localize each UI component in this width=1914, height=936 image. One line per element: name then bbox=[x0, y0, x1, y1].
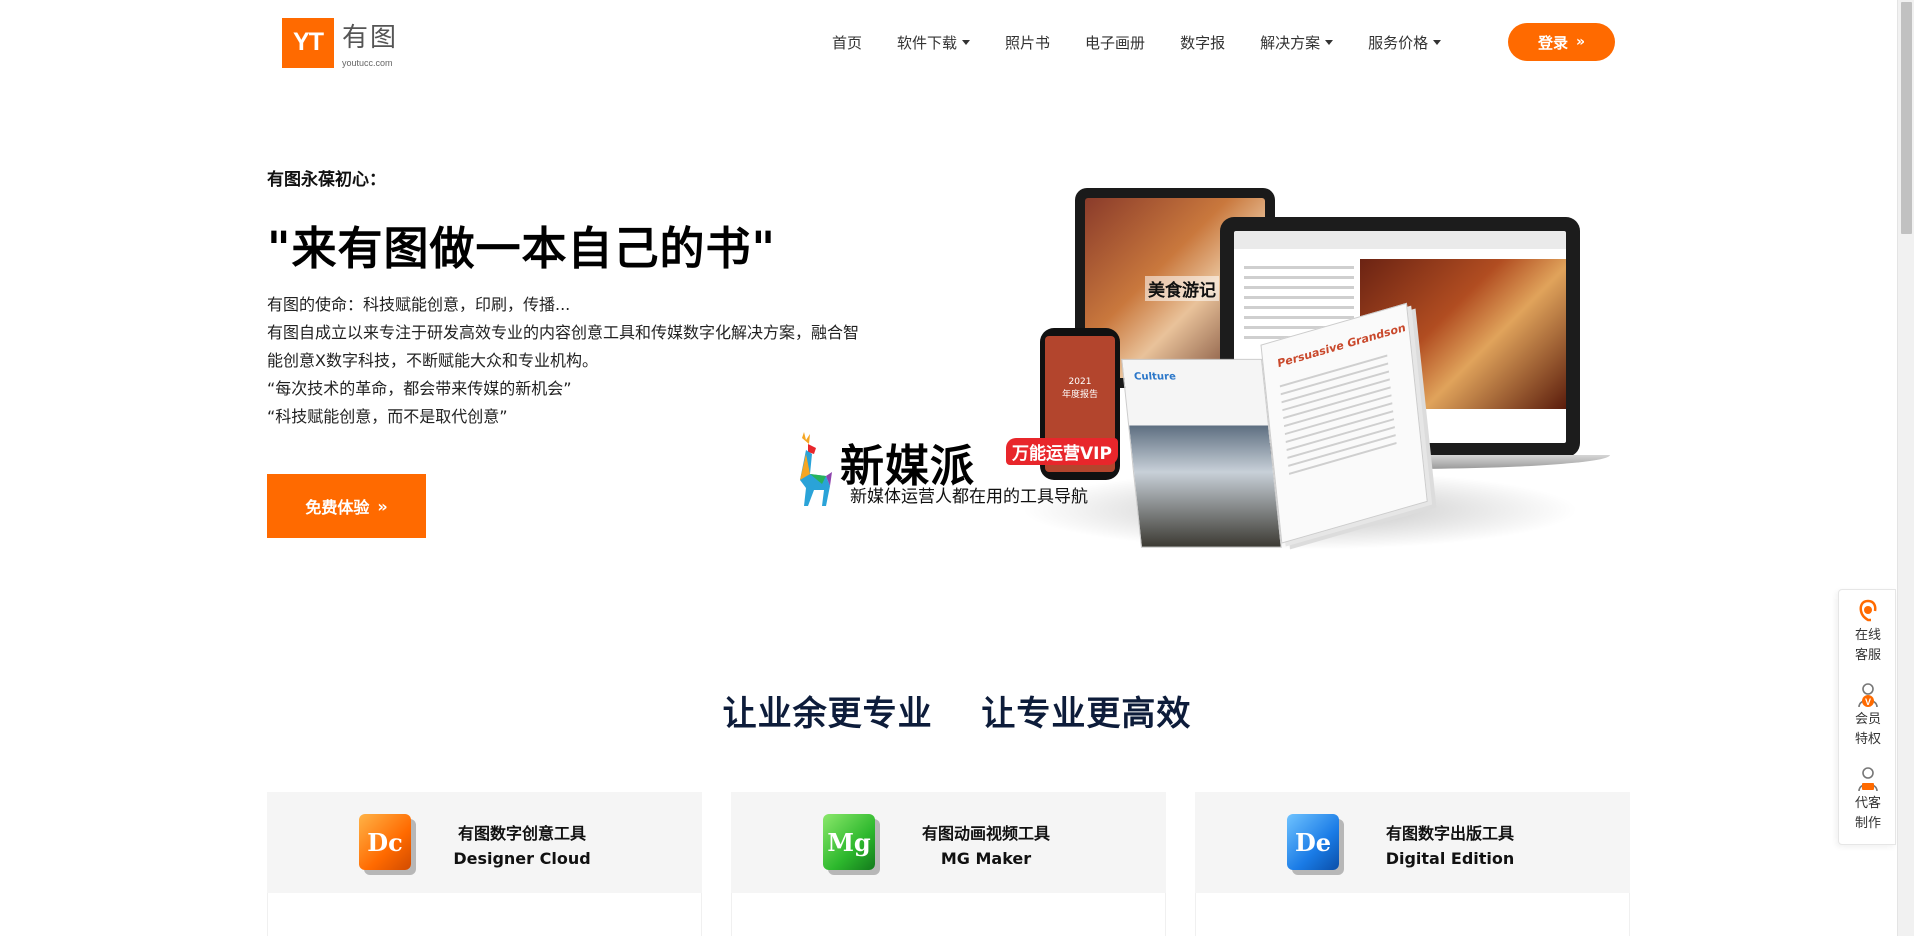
logo-chinese-name: 有图 bbox=[342, 23, 399, 53]
designer-cloud-icon: Dc bbox=[359, 814, 411, 870]
nav-item-pricing[interactable]: 服务价格 bbox=[1368, 32, 1442, 53]
page-scrollbar[interactable] bbox=[1897, 0, 1914, 936]
product-name: 有图数字创意工具 bbox=[457, 824, 586, 843]
vip-member-icon: V bbox=[1858, 683, 1878, 708]
xinmeipai-ad-banner[interactable]: 新媒派 万能运营VIP 新媒体运营人都在用的工具导航 bbox=[782, 426, 1132, 507]
svg-text:V: V bbox=[1865, 697, 1871, 707]
caret-down-icon bbox=[1433, 40, 1442, 45]
product-name: 有图数字出版工具 bbox=[1385, 824, 1514, 843]
main-nav: 首页 软件下载 照片书 电子画册 数字报 解决方案 服务价格 bbox=[832, 32, 1476, 53]
double-chevron-right-icon: » bbox=[377, 496, 388, 516]
floating-service-panel: 在线 客服 V 会员 特权 代客 制作 bbox=[1838, 589, 1896, 845]
nav-item-photo-book[interactable]: 照片书 bbox=[1005, 32, 1050, 53]
side-item-online-service[interactable]: 在线 客服 bbox=[1839, 598, 1897, 666]
product-subtitle: MG Maker bbox=[940, 849, 1032, 868]
nav-item-digital-paper[interactable]: 数字报 bbox=[1180, 32, 1225, 53]
slogan-right: 让专业更高效 bbox=[981, 694, 1192, 734]
section-slogan: 让业余更专业 让专业更高效 bbox=[0, 686, 1914, 735]
designer-icon bbox=[1858, 767, 1878, 792]
double-chevron-right-icon: » bbox=[1575, 34, 1586, 50]
product-cards: Dc 有图数字创意工具 Designer Cloud Mg 有图动画视频工具 M… bbox=[267, 792, 1630, 936]
product-card-mg-maker[interactable]: Mg 有图动画视频工具 MG Maker bbox=[731, 792, 1166, 936]
ad-tagline: 新媒体运营人都在用的工具导航 bbox=[850, 487, 1088, 507]
scrollbar-thumb[interactable] bbox=[1901, 2, 1912, 234]
nav-item-solutions[interactable]: 解决方案 bbox=[1260, 32, 1334, 53]
caret-down-icon bbox=[962, 40, 971, 45]
tablet-cover-title: 美食游记 bbox=[1145, 276, 1219, 301]
product-card-designer-cloud[interactable]: Dc 有图数字创意工具 Designer Cloud bbox=[267, 792, 702, 936]
slogan-left: 让业余更专业 bbox=[722, 694, 933, 734]
deer-logo-icon bbox=[800, 432, 832, 506]
product-name: 有图动画视频工具 bbox=[921, 824, 1050, 843]
hero-product-image: 美食游记 2021 年度报告 Culture Persuasive Grands… bbox=[770, 180, 1630, 570]
product-subtitle: Designer Cloud bbox=[453, 849, 591, 868]
logo-mark: YT bbox=[282, 17, 334, 68]
side-item-custom-production[interactable]: 代客 制作 bbox=[1839, 766, 1897, 834]
nav-item-e-album[interactable]: 电子画册 bbox=[1085, 32, 1145, 53]
headset-icon bbox=[1859, 599, 1877, 622]
mg-maker-icon: Mg bbox=[823, 814, 875, 870]
logo-domain: youtucc.com bbox=[342, 58, 393, 68]
product-subtitle: Digital Edition bbox=[1385, 849, 1515, 868]
hero-kicker: 有图永葆初心： bbox=[267, 170, 386, 190]
caret-down-icon bbox=[1325, 40, 1334, 45]
nav-item-software-download[interactable]: 软件下载 bbox=[897, 32, 971, 53]
phone-report-title: 年度报告 bbox=[1061, 390, 1098, 400]
digital-edition-icon: De bbox=[1287, 814, 1339, 870]
free-trial-button[interactable]: 免费体验 » bbox=[267, 474, 426, 538]
open-book-mockup: Culture Persuasive Grandson bbox=[1120, 302, 1440, 555]
login-button[interactable]: 登录 » bbox=[1508, 23, 1615, 61]
hero-title: "来有图做一本自己的书" bbox=[267, 222, 776, 275]
ad-vip-badge: 万能运营VIP bbox=[1006, 438, 1118, 465]
side-item-vip-privileges[interactable]: V 会员 特权 bbox=[1839, 682, 1897, 750]
site-logo[interactable]: YT 有图 youtucc.com bbox=[282, 17, 398, 68]
phone-year: 2021 bbox=[1068, 377, 1092, 387]
nav-item-home[interactable]: 首页 bbox=[832, 32, 862, 53]
product-card-digital-edition[interactable]: De 有图数字出版工具 Digital Edition bbox=[1195, 792, 1630, 936]
